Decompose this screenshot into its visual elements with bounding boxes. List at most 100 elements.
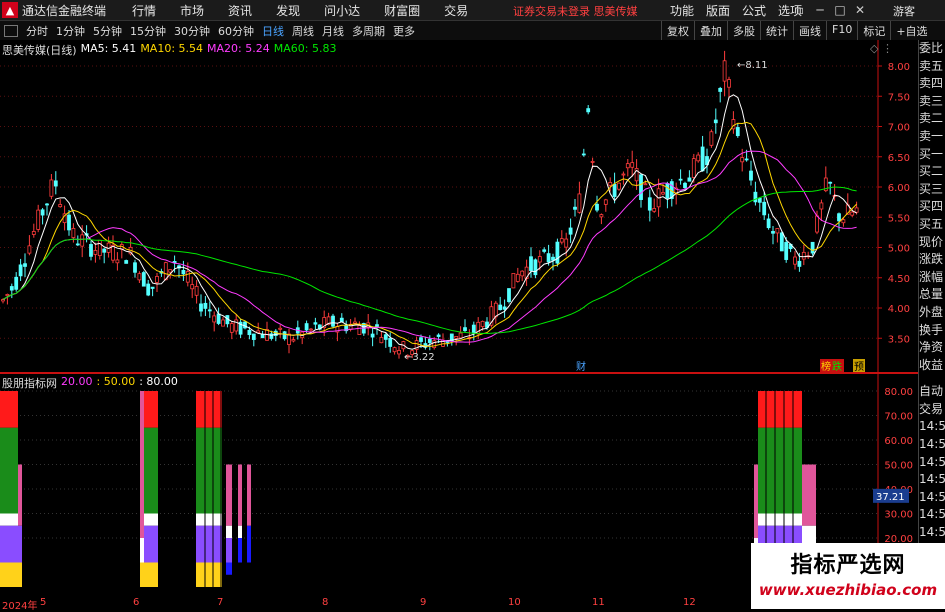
tool-stats[interactable]: 统计 xyxy=(760,21,793,40)
quote-panel-item[interactable]: 净资 xyxy=(919,339,945,357)
period-more[interactable]: 更多 xyxy=(389,23,419,39)
candle-body xyxy=(155,276,159,283)
period-intraday[interactable]: 分时 xyxy=(22,23,52,39)
panel-toggle-icon[interactable] xyxy=(4,24,18,37)
quote-panel-item[interactable]: 14:56 xyxy=(919,489,945,507)
quote-panel-item[interactable]: 涨幅 xyxy=(919,269,945,287)
quote-panel-item[interactable]: 14:56 xyxy=(919,471,945,489)
guest-login[interactable]: 游客 xyxy=(893,3,915,19)
quote-panel-item[interactable]: 14:56 xyxy=(919,454,945,472)
candle-body xyxy=(683,182,687,189)
candle-body xyxy=(67,214,71,231)
period-multi[interactable]: 多周期 xyxy=(348,23,389,39)
minimize-icon[interactable]: ─ xyxy=(810,3,830,17)
menu-item-quotes[interactable]: 行情 xyxy=(120,2,168,19)
price-tick-label: 7.50 xyxy=(888,92,910,103)
candle-body xyxy=(691,158,696,178)
tool-f10[interactable]: F10 xyxy=(826,21,857,40)
quote-panel-item[interactable]: 委比 xyxy=(919,40,945,58)
quote-panel[interactable]: 委比 卖五 卖四 卖三 卖二 卖一 买一 买二 买三 买四 买五 现价 涨跌 涨幅 总量 外盘 换手 净资 收益自动… xyxy=(918,40,945,609)
candle-body xyxy=(111,244,115,261)
indicator-bar xyxy=(0,427,18,465)
quote-panel-item[interactable]: 14:56 xyxy=(919,436,945,454)
candle-body xyxy=(837,213,841,222)
quote-panel-item[interactable]: 总量 xyxy=(919,286,945,304)
quote-panel-item[interactable]: 买三 xyxy=(919,181,945,199)
candle-body xyxy=(309,328,313,331)
candle-body xyxy=(124,260,129,264)
quote-panel-item[interactable]: 14:56 xyxy=(919,506,945,524)
candle-body xyxy=(357,325,362,335)
candle-body xyxy=(291,339,296,342)
period-daily[interactable]: 日线 xyxy=(258,23,288,39)
menu-item-discover[interactable]: 发现 xyxy=(264,2,312,19)
period-monthly[interactable]: 月线 xyxy=(318,23,348,39)
candle-body xyxy=(36,209,41,230)
candlestick-chart[interactable]: 8.00 7.50 7.00 6.50 6.00 5.50 5.00 4.50 4.00 3.50… xyxy=(0,40,918,373)
menu-item-wealth[interactable]: 财富圈 xyxy=(372,2,432,19)
price-tick-label: 3.50 xyxy=(888,334,910,345)
param-low: 20.00 xyxy=(61,375,93,388)
stock-name: 思美传媒(日线) xyxy=(2,44,77,57)
menu-item-layout[interactable]: 版面 xyxy=(700,2,736,19)
quote-panel-item[interactable]: 自动 xyxy=(919,383,945,401)
tool-draw[interactable]: 画线 xyxy=(793,21,826,40)
menu-item-market[interactable]: 市场 xyxy=(168,2,216,19)
maximize-icon[interactable]: □ xyxy=(830,3,850,17)
candle-body xyxy=(630,162,635,168)
tool-adjust[interactable]: 复权 xyxy=(661,21,694,40)
ma5-label: MA5: 5.41 xyxy=(80,42,137,55)
candle-body xyxy=(678,178,683,181)
quote-panel-item[interactable]: 外盘 xyxy=(919,304,945,322)
period-15min[interactable]: 15分钟 xyxy=(126,23,170,39)
quote-panel-item[interactable]: 卖四 xyxy=(919,75,945,93)
skin-icon[interactable]: ▫ xyxy=(790,3,810,17)
menu-item-ask[interactable]: 问小达 xyxy=(312,2,372,19)
quote-panel-item[interactable]: 现价 xyxy=(919,234,945,252)
tool-mark[interactable]: 标记 xyxy=(857,21,890,40)
candle-body xyxy=(137,273,142,281)
quote-panel-item[interactable]: 交易 xyxy=(919,401,945,419)
tool-overlay[interactable]: 叠加 xyxy=(694,21,727,40)
indicator-tick-label: 50.00 xyxy=(884,461,913,472)
quote-panel-item[interactable]: 卖一 xyxy=(919,128,945,146)
period-5min[interactable]: 5分钟 xyxy=(89,23,126,39)
period-1min[interactable]: 1分钟 xyxy=(52,23,89,39)
candle-body xyxy=(392,347,397,353)
quote-panel-item[interactable]: 涨跌 xyxy=(919,251,945,269)
quote-panel-item[interactable]: 卖五 xyxy=(919,58,945,76)
menu-item-news[interactable]: 资讯 xyxy=(216,2,264,19)
tool-add-watchlist[interactable]: +自选 xyxy=(890,21,932,40)
price-tick-label: 4.00 xyxy=(888,304,910,315)
close-icon[interactable]: ✕ xyxy=(850,3,870,17)
candle-body xyxy=(564,238,569,248)
candle-body xyxy=(115,259,120,264)
quote-panel-item[interactable]: 14:56 xyxy=(919,418,945,436)
quote-panel-item[interactable]: 换手 xyxy=(919,322,945,340)
period-weekly[interactable]: 周线 xyxy=(288,23,318,39)
menu-item-function[interactable]: 功能 xyxy=(664,2,700,19)
period-30min[interactable]: 30分钟 xyxy=(170,23,214,39)
quote-panel-item[interactable]: 买二 xyxy=(919,163,945,181)
quote-panel-item[interactable]: 收益 xyxy=(919,357,945,375)
period-60min[interactable]: 60分钟 xyxy=(214,23,258,39)
quote-panel-item[interactable]: 买五 xyxy=(919,216,945,234)
quote-panel-item[interactable]: 14:56 xyxy=(919,524,945,542)
login-notice[interactable]: 证券交易未登录 思美传媒 xyxy=(513,3,638,19)
indicator-bar xyxy=(758,464,802,514)
quote-panel-item[interactable]: 卖三 xyxy=(919,93,945,111)
candle-body xyxy=(278,327,283,330)
candle-body xyxy=(40,209,45,216)
watermark-banner: 指标严选网 www.xuezhibiao.com xyxy=(751,543,945,609)
candle-body xyxy=(190,284,195,290)
quote-panel-item[interactable]: 卖二 xyxy=(919,110,945,128)
candle-body xyxy=(185,271,190,283)
tool-multi-stock[interactable]: 多股 xyxy=(727,21,760,40)
menu-item-formula[interactable]: 公式 xyxy=(736,2,772,19)
ma10-label: MA10: 5.54 xyxy=(140,42,204,55)
indicator-bar xyxy=(196,562,222,587)
menu-item-trade[interactable]: 交易 xyxy=(432,2,480,19)
quote-panel-item[interactable]: 买四 xyxy=(919,198,945,216)
quote-panel-item[interactable]: 买一 xyxy=(919,146,945,164)
indicator-legend: 股朋指标网 20.00 : 50.00 : 80.00 xyxy=(2,375,178,391)
